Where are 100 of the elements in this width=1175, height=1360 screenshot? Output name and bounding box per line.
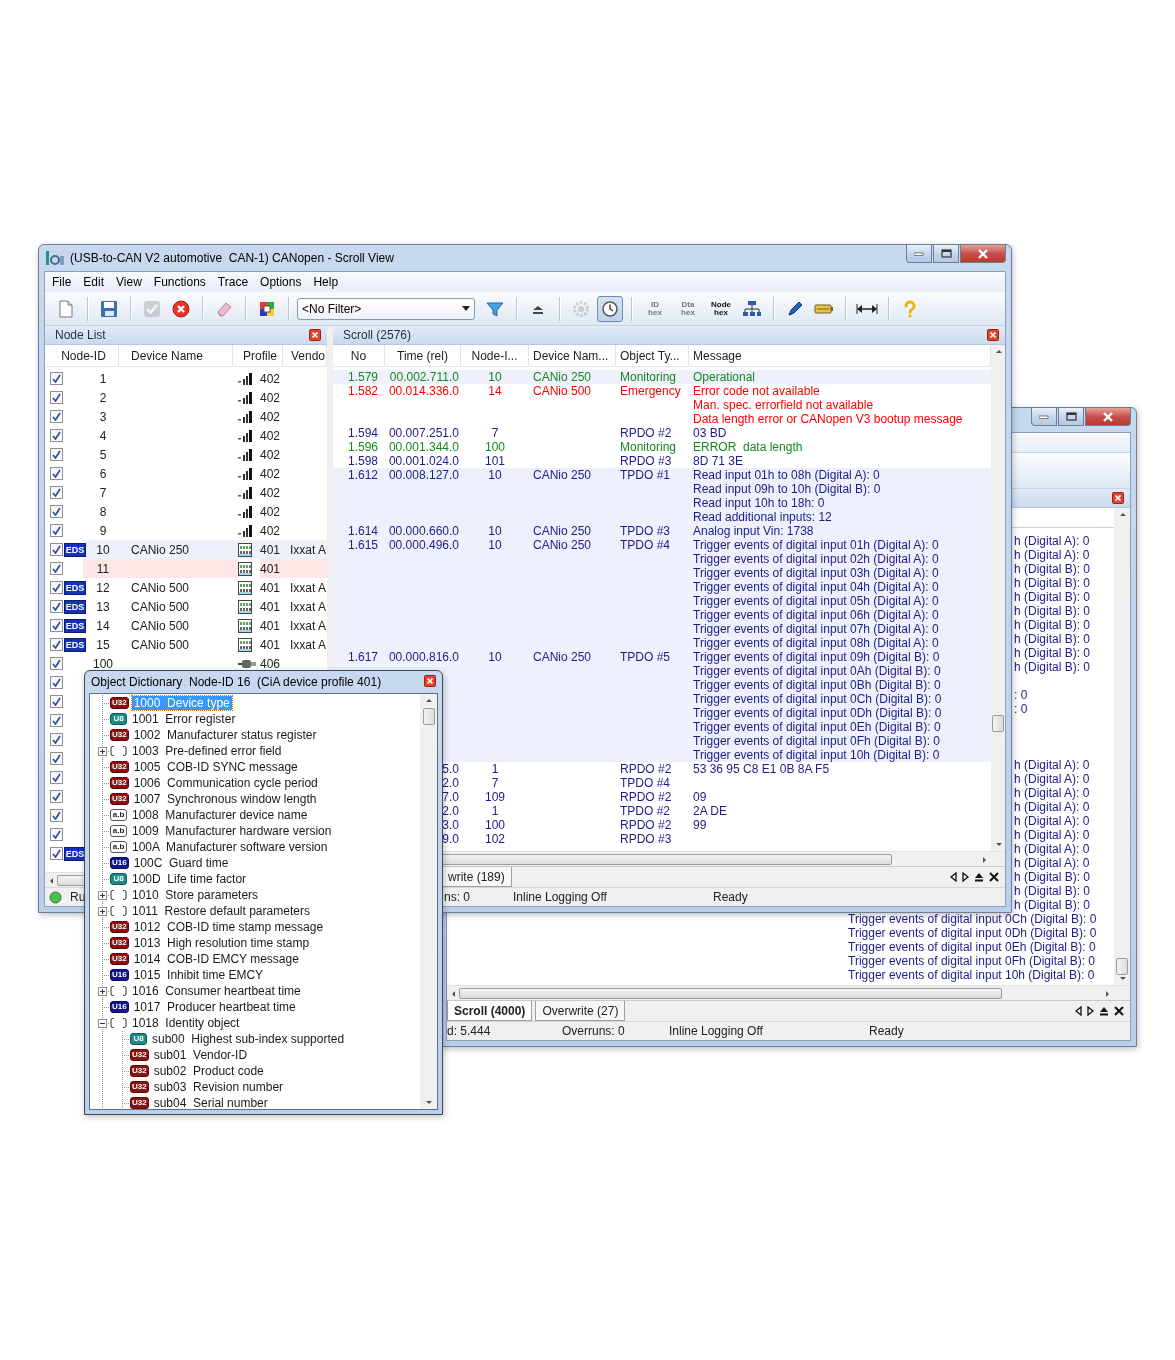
message-number: 1.617 <box>346 650 379 664</box>
message-text: Trigger events of digital input 0Eh (Digital B): 0 <box>848 940 1096 954</box>
message-time: 2.0 <box>441 776 460 790</box>
message-text: Trigger events of digital input 03h (Digital A): 0 <box>692 566 940 580</box>
message-node-id: 1 <box>490 762 500 776</box>
message-time: 00.007.251.0 <box>387 426 460 440</box>
message-text: Operational <box>692 370 757 384</box>
profile-number: 402 <box>260 466 282 481</box>
data-type-icon: U8 <box>110 873 127 885</box>
message-text: Trigger events of digital input 10h (Digital B): 0 <box>692 748 941 762</box>
message-text: 03 BD <box>692 426 728 440</box>
profile-number: 401 <box>260 580 282 595</box>
node-id: 8 <box>98 504 108 519</box>
message-time: 00.000.816.0 <box>387 650 460 664</box>
message-node-id: 14 <box>487 384 503 398</box>
node-id: 12 <box>95 580 111 595</box>
message-time: 2.0 <box>441 804 460 818</box>
message-text: Trigger events of digital input 05h (Digital A): 0 <box>692 594 940 608</box>
eds-file-icon: EDS <box>64 618 86 633</box>
message-text: Trigger events of digital input 0Ah (Digital B): 0 <box>692 664 942 678</box>
data-type-icon: U32 <box>110 937 129 949</box>
node-id: 15 <box>95 637 111 652</box>
data-type-icon: a.b <box>110 809 127 821</box>
message-text: : 0 <box>1014 702 1028 716</box>
data-type-icon: U8 <box>130 1033 147 1045</box>
message-text: h (Digital A): 0 <box>1014 800 1090 814</box>
message-text: h (Digital B): 0 <box>1014 618 1091 632</box>
data-type-icon: U32 <box>130 1081 149 1093</box>
status-text: Inline Logging Off <box>669 1024 764 1038</box>
message-text: Trigger events of digital input 06h (Digital A): 0 <box>692 608 940 622</box>
node-id: 100 <box>92 656 114 671</box>
message-text: Analog input Vin: 1738 <box>692 524 815 538</box>
message-text: h (Digital B): 0 <box>1014 660 1091 674</box>
status-text: d: 5.444 <box>447 1024 492 1038</box>
message-number: 1.596 <box>346 440 379 454</box>
message-number: 1.598 <box>346 454 379 468</box>
status-text: Overruns: 0 <box>562 1024 626 1038</box>
message-text: Trigger events of digital input 09h (Digital B): 0 <box>692 650 941 664</box>
message-node-id: 10 <box>487 650 503 664</box>
node-id: 3 <box>98 409 108 424</box>
profile-number: 402 <box>260 447 282 462</box>
message-object-type: Emergency <box>619 384 682 398</box>
message-text: Read input 09h to 10h (Digital B): 0 <box>692 482 882 496</box>
message-object-type: RPDO #2 <box>619 762 673 776</box>
message-text: Trigger events of digital input 01h (Digital A): 0 <box>692 538 940 552</box>
eds-file-icon: EDS <box>64 599 86 614</box>
message-text: 2A DE <box>692 804 729 818</box>
message-object-type: Monitoring <box>619 370 678 384</box>
message-text: h (Digital A): 0 <box>1014 534 1090 548</box>
data-type-icon: U32 <box>130 1097 149 1109</box>
eds-file-icon: EDS <box>64 542 86 557</box>
message-time: 00.002.711.0 <box>388 370 460 384</box>
status-text: Ready <box>713 890 749 904</box>
message-node-id: 10 <box>487 524 503 538</box>
message-node-id: 10 <box>487 538 503 552</box>
message-text: Read additional inputs: 12 <box>692 510 833 524</box>
data-type-icon: U32 <box>110 697 129 709</box>
message-device: CANio 250 <box>532 468 593 482</box>
message-device: CANio 500 <box>532 384 593 398</box>
message-number: 1.594 <box>346 426 379 440</box>
message-text: h (Digital A): 0 <box>1014 856 1090 870</box>
message-text: h (Digital A): 0 <box>1014 548 1090 562</box>
message-number: 1.614 <box>346 524 379 538</box>
data-type-icon: U32 <box>110 729 129 741</box>
eds-file-icon: EDS <box>64 580 86 595</box>
message-time: 5.0 <box>441 762 460 776</box>
message-text: : 0 <box>1014 688 1028 702</box>
message-text: 53 36 95 C8 E1 0B 8A F5 <box>692 762 831 776</box>
message-text: h (Digital B): 0 <box>1014 870 1091 884</box>
node-id: 11 <box>95 561 111 576</box>
message-text: Trigger events of digital input 04h (Digital A): 0 <box>692 580 940 594</box>
data-type-icon: U16 <box>110 1001 129 1013</box>
data-type-icon: U32 <box>130 1049 149 1061</box>
message-object-type: TPDO #2 <box>619 804 671 818</box>
message-time: 00.008.127.0 <box>387 468 460 482</box>
eds-file-icon: EDS <box>64 637 86 652</box>
message-text: 99 <box>692 818 708 832</box>
message-text: h (Digital A): 0 <box>1014 814 1090 828</box>
message-node-id: 109 <box>484 790 506 804</box>
message-text: Trigger events of digital input 0Dh (Digital B): 0 <box>692 706 943 720</box>
profile-number: 406 <box>260 656 282 671</box>
data-type-icon: U32 <box>110 761 129 773</box>
message-text: h (Digital A): 0 <box>1014 786 1090 800</box>
message-object-type: TPDO #1 <box>619 468 671 482</box>
message-number: 1.615 <box>346 538 379 552</box>
message-text: h (Digital B): 0 <box>1014 562 1091 576</box>
message-number: 1.582 <box>346 384 379 398</box>
profile-number: 402 <box>260 523 282 538</box>
message-text: h (Digital B): 0 <box>1014 884 1091 898</box>
message-time: 9.0 <box>441 832 460 846</box>
message-node-id: 100 <box>484 818 506 832</box>
profile-number: 402 <box>260 409 282 424</box>
profile-number: 402 <box>260 485 282 500</box>
message-node-id: 10 <box>487 468 503 482</box>
device-name: CANio 500 <box>130 580 191 595</box>
node-id: 10 <box>95 542 111 557</box>
data-type-icon: a.b <box>110 825 127 837</box>
message-number: 1.612 <box>346 468 379 482</box>
message-object-type: TPDO #4 <box>619 538 671 552</box>
message-object-type: TPDO #4 <box>619 776 671 790</box>
